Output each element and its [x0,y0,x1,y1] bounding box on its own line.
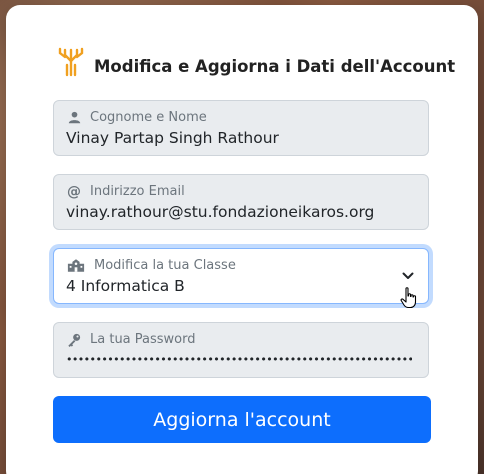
class-select-label-wrap: Modifica la tua Classe [66,258,236,273]
page-title: Modifica e Aggiorna i Dati dell'Account [94,56,456,76]
email-field-label: Indirizzo Email [90,184,185,199]
password-field-value[interactable]: ••••••••••••••••••••••••••••••••••••••••… [66,353,412,366]
form-header: Modifica e Aggiorna i Dati dell'Account [56,47,455,77]
class-select-label: Modifica la tua Classe [94,258,236,273]
password-field-label: La tua Password [90,332,196,347]
email-field-label-wrap: @ Indirizzo Email [66,183,185,200]
password-field[interactable]: La tua Password ••••••••••••••••••••••••… [53,322,429,378]
class-select-value[interactable]: 4 Informatica B [66,277,416,295]
class-select[interactable]: Modifica la tua Classe 4 Informatica B [53,248,429,304]
name-field-label: Cognome e Nome [90,110,207,125]
email-field-value[interactable]: vinay.rathour@stu.fondazioneikaros.org [66,203,416,221]
password-field-label-wrap: La tua Password [66,332,196,347]
update-account-button[interactable]: Aggiorna l'account [53,396,431,443]
chevron-down-icon[interactable] [402,271,414,281]
hand-pointer-icon [400,287,417,309]
user-icon [66,111,82,125]
name-field-value[interactable]: Vinay Partap Singh Rathour [66,129,416,147]
name-field[interactable]: Cognome e Nome Vinay Partap Singh Rathou… [53,100,429,156]
at-icon: @ [67,183,81,200]
key-icon [66,333,82,347]
name-field-label-wrap: Cognome e Nome [66,110,207,125]
tree-logo-icon [58,47,84,77]
email-field[interactable]: @ Indirizzo Email vinay.rathour@stu.fond… [53,174,429,230]
school-icon [66,259,86,273]
account-form-card: Modifica e Aggiorna i Dati dell'Account … [6,5,478,474]
